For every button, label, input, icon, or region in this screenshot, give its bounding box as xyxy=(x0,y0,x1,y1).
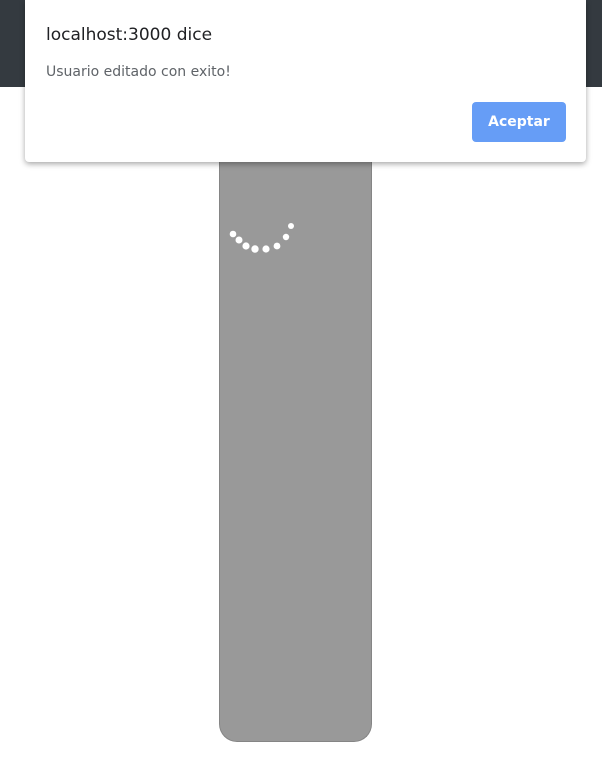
dialog-title: localhost:3000 dice xyxy=(46,25,213,45)
spinner-dot xyxy=(251,245,259,253)
spinner-dot xyxy=(262,245,270,253)
spinner-dot xyxy=(282,233,290,241)
dialog-message: Usuario editado con exito! xyxy=(46,64,231,80)
spinner-dot xyxy=(235,236,243,244)
spinner-dot xyxy=(273,242,281,250)
accept-button[interactable]: Aceptar xyxy=(472,102,566,142)
alert-dialog: localhost:3000 dice Usuario editado con … xyxy=(25,0,586,162)
spinner-dot xyxy=(242,242,250,250)
loading-spinner-icon xyxy=(229,223,294,253)
spinner-dot xyxy=(288,223,294,229)
spinner-dot xyxy=(229,230,237,238)
